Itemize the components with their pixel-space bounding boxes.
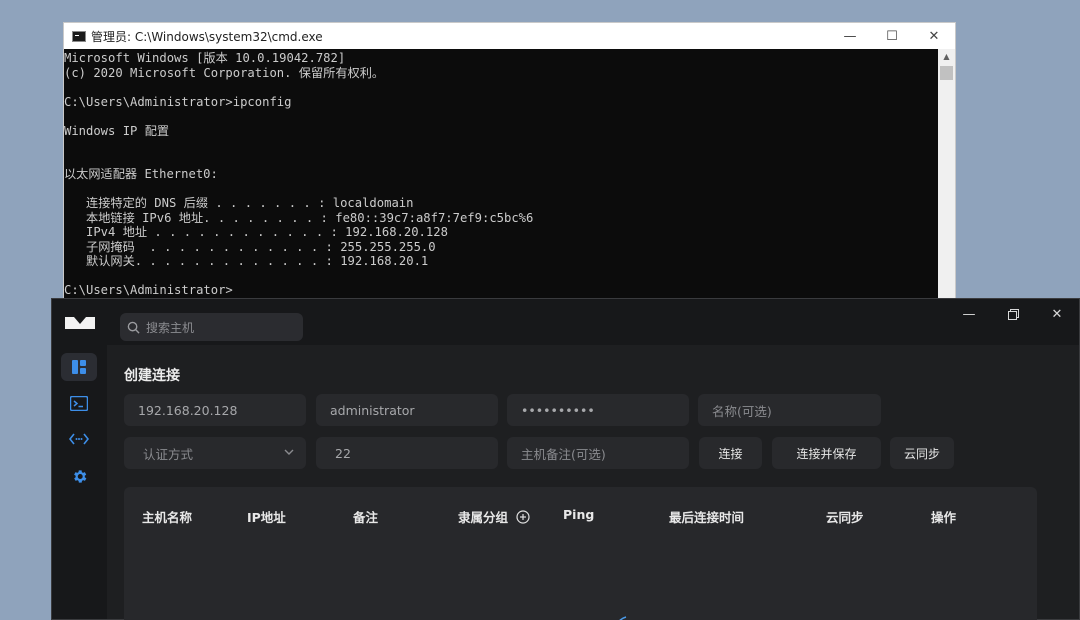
username-field[interactable]: administrator	[316, 394, 498, 426]
maximize-icon[interactable]: ☐	[871, 23, 913, 49]
cmd-line: Microsoft Windows [版本 10.0.19042.782]	[64, 51, 346, 65]
minimize-icon[interactable]: —	[947, 299, 991, 329]
sidebar-item-settings[interactable]	[61, 462, 97, 490]
cmd-line	[64, 138, 938, 153]
sidebar-item-transfer[interactable]	[61, 425, 97, 453]
cmd-scrollbar[interactable]: ▲	[938, 49, 955, 311]
host-field[interactable]: 192.168.20.128	[124, 394, 306, 426]
cmd-window-title: 管理员: C:\Windows\system32\cmd.exe	[91, 29, 323, 44]
column-header: 操作	[931, 510, 957, 525]
column-header: 主机名称	[142, 510, 193, 525]
chevron-down-icon	[284, 449, 294, 455]
password-field[interactable]: ••••••••••	[507, 394, 689, 426]
name-field[interactable]: 名称(可选)	[698, 394, 881, 426]
minimize-icon[interactable]: —	[829, 23, 871, 49]
column-header-group: 隶属分组	[458, 507, 530, 526]
column-header: Ping	[563, 507, 595, 522]
connect-save-button[interactable]: 连接并保存	[772, 437, 881, 469]
cmd-line	[64, 182, 938, 197]
column-header: 隶属分组	[458, 510, 509, 525]
sidebar-item-hosts[interactable]	[61, 353, 97, 381]
sidebar-item-terminal[interactable]	[61, 389, 97, 417]
cmd-line: Windows IP 配置	[64, 123, 170, 138]
connect-button[interactable]: 连接	[699, 437, 762, 469]
cmd-app-icon	[72, 30, 86, 42]
ssh-client-window: 搜索主机 — ✕ 创建连接 192.168.20.128 administrat…	[51, 298, 1080, 620]
cloud-sync-button[interactable]: 云同步	[890, 437, 954, 469]
close-icon[interactable]: ✕	[1035, 299, 1079, 329]
app-titlebar[interactable]: 搜索主机 — ✕	[52, 299, 1079, 345]
code-arrows-icon	[69, 433, 89, 445]
cmd-line: 以太网适配器 Ethernet0:	[64, 167, 218, 181]
cmd-line: (c) 2020 Microsoft Corporation. 保留所有权利。	[64, 65, 385, 80]
search-placeholder: 搜索主机	[146, 320, 195, 335]
cmd-titlebar[interactable]: 管理员: C:\Windows\system32\cmd.exe — ☐ ✕	[64, 23, 955, 49]
column-header: 云同步	[826, 510, 864, 525]
host-note-field[interactable]: 主机备注(可选)	[507, 437, 689, 469]
cmd-line	[64, 269, 938, 284]
search-icon	[127, 321, 140, 334]
column-header: IP地址	[247, 510, 286, 525]
maximize-icon[interactable]	[991, 299, 1035, 329]
create-connection-panel: 创建连接 192.168.20.128 administrator ••••••…	[107, 345, 1079, 620]
add-group-icon[interactable]	[516, 510, 530, 524]
search-input[interactable]: 搜索主机	[120, 313, 303, 341]
hosts-table: 主机名称 IP地址 备注 隶属分组 Ping 最后连接时间 云同步 操作	[124, 487, 1037, 620]
close-icon[interactable]: ✕	[913, 23, 955, 49]
cmd-output[interactable]: Microsoft Windows [版本 10.0.19042.782] (c…	[64, 49, 938, 311]
sidebar	[52, 345, 107, 619]
column-header: 最后连接时间	[669, 510, 745, 525]
cmd-line: 连接特定的 DNS 后缀 . . . . . . . : localdomain	[64, 196, 414, 210]
cmd-line: 本地链接 IPv6 地址. . . . . . . . : fe80::39c7…	[64, 210, 534, 225]
app-logo-icon	[65, 317, 95, 329]
cmd-line	[64, 80, 938, 95]
port-field[interactable]: 22	[316, 437, 498, 469]
cmd-window: 管理员: C:\Windows\system32\cmd.exe — ☐ ✕ M…	[63, 22, 956, 312]
cmd-line: C:\Users\Administrator>ipconfig	[64, 94, 292, 109]
page-title: 创建连接	[124, 368, 180, 384]
scrollbar-thumb[interactable]	[940, 66, 953, 80]
gear-icon	[73, 469, 86, 483]
cmd-line: 默认网关. . . . . . . . . . . . . : 192.168.…	[64, 254, 429, 268]
terminal-icon	[70, 395, 88, 411]
cmd-line	[64, 153, 938, 168]
cmd-line: 子网掩码 . . . . . . . . . . . . : 255.255.2…	[64, 239, 436, 254]
column-header: 备注	[353, 510, 379, 525]
cmd-prompt: C:\Users\Administrator>	[64, 283, 233, 297]
loading-spinner-icon	[619, 616, 627, 620]
auth-method-select[interactable]: 认证方式	[124, 437, 306, 469]
scroll-up-icon[interactable]: ▲	[938, 49, 955, 63]
dashboard-icon	[72, 360, 86, 374]
cmd-line: IPv4 地址 . . . . . . . . . . . . : 192.16…	[64, 225, 448, 239]
cmd-line	[64, 109, 938, 124]
auth-method-label: 认证方式	[143, 446, 194, 462]
